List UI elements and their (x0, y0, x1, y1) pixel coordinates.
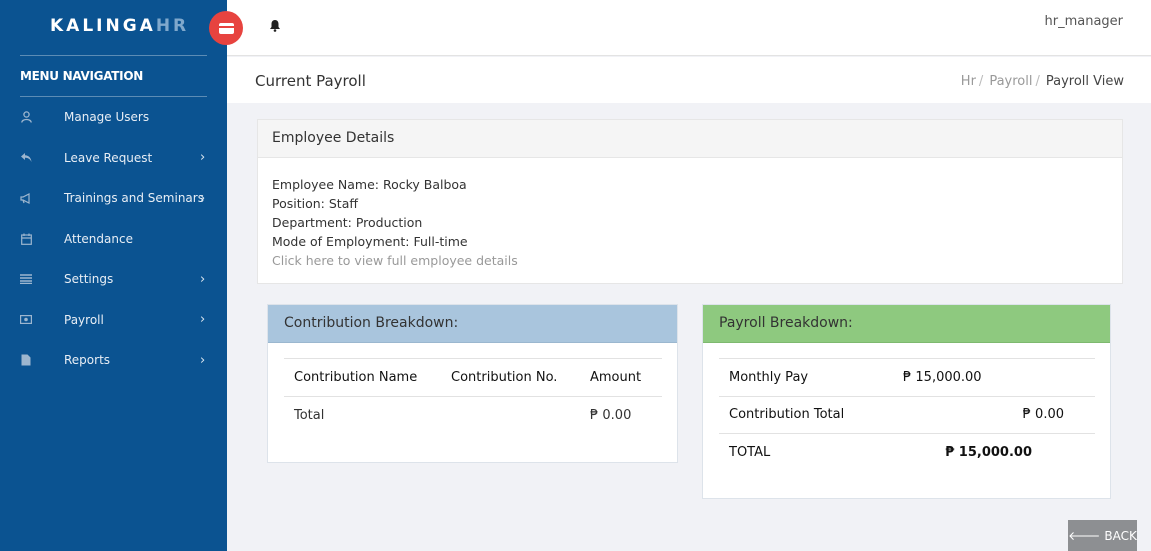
sidebar-nav: Manage Users Leave Request › Trainings a… (0, 97, 227, 381)
breadcrumb-separator: / (978, 74, 984, 89)
payroll-heading: Payroll Breakdown: (703, 305, 1110, 343)
sidebar-item-manage-users[interactable]: Manage Users (0, 97, 227, 138)
logo-accent: HR (155, 16, 190, 36)
logo-main: KALINGA (50, 16, 156, 36)
breadcrumb-payroll[interactable]: Payroll (989, 74, 1032, 89)
sidebar-item-label: Payroll (64, 312, 104, 327)
employee-department: Department: Production (272, 215, 423, 230)
money-icon (20, 314, 32, 326)
calendar-icon (20, 233, 32, 245)
employee-details-body: Employee Name: Rocky Balboa Position: St… (258, 158, 1122, 270)
table-header-row: Contribution Name Contribution No. Amoun… (284, 358, 662, 396)
sidebar: KALINGAHR MENU NAVIGATION Manage Users L… (0, 0, 227, 551)
back-button-label: BACK (1104, 528, 1137, 543)
chevron-right-icon: › (200, 352, 206, 368)
table-row: TOTAL ₱ 15,000.00 (719, 433, 1095, 471)
bell-icon[interactable] (269, 19, 281, 36)
divider (20, 55, 207, 56)
grand-total-label: TOTAL (719, 433, 893, 471)
employee-position: Position: Staff (272, 196, 358, 211)
page-title: Current Payroll (255, 72, 366, 90)
list-icon (20, 273, 32, 285)
monthly-pay-label: Monthly Pay (719, 358, 893, 396)
sidebar-item-settings[interactable]: Settings › (0, 259, 227, 300)
chevron-right-icon: › (200, 271, 206, 287)
grand-total-value: ₱ 15,000.00 (893, 433, 1095, 471)
credit-card-icon (218, 22, 234, 34)
table-row: Monthly Pay ₱ 15,000.00 (719, 358, 1095, 396)
breadcrumb-separator: / (1035, 74, 1040, 89)
sidebar-item-reports[interactable]: Reports › (0, 340, 227, 381)
column-header: Contribution No. (441, 358, 580, 396)
column-header: Amount (580, 358, 662, 396)
sidebar-item-label: Trainings and Seminars (64, 191, 204, 206)
user-menu[interactable]: hr_manager (1044, 14, 1123, 29)
menu-title: MENU NAVIGATION (20, 69, 143, 83)
monthly-pay-value: ₱ 15,000.00 (893, 358, 1095, 396)
column-header: Contribution Name (284, 358, 441, 396)
view-employee-details-link[interactable]: Click here to view full employee details (272, 251, 1108, 270)
sidebar-item-trainings[interactable]: Trainings and Seminars › (0, 178, 227, 219)
empty-cell (441, 395, 580, 434)
total-amount: ₱ 0.00 (580, 395, 662, 434)
file-icon (20, 354, 32, 366)
reply-icon (20, 152, 32, 164)
table-row: Total ₱ 0.00 (284, 395, 662, 434)
sidebar-item-leave-request[interactable]: Leave Request › (0, 138, 227, 179)
payroll-table: Monthly Pay ₱ 15,000.00 Contribution Tot… (719, 358, 1095, 471)
chevron-right-icon: › (200, 190, 206, 206)
employee-name: Employee Name: Rocky Balboa (272, 177, 467, 192)
sidebar-item-label: Reports (64, 353, 111, 368)
app-logo[interactable]: KALINGAHR (50, 16, 189, 36)
table-row: Contribution Total ₱ 0.00 (719, 395, 1095, 434)
arrow-left-icon: 🡐 (1068, 529, 1101, 543)
contribution-total-value: ₱ 0.00 (893, 395, 1095, 434)
sidebar-item-label: Manage Users (64, 110, 150, 125)
sidebar-item-label: Leave Request (64, 150, 153, 165)
payroll-panel: Payroll Breakdown: Monthly Pay ₱ 15,000.… (702, 304, 1111, 499)
menu-toggle-button[interactable] (209, 11, 243, 45)
breadcrumb: Hr / Payroll / Payroll View (961, 74, 1124, 89)
breadcrumb-hr[interactable]: Hr (961, 74, 976, 89)
employee-details-heading: Employee Details (258, 120, 1122, 158)
breadcrumb-current: Payroll View (1045, 74, 1124, 89)
user-icon (20, 111, 32, 123)
contribution-panel: Contribution Breakdown: Contribution Nam… (267, 304, 678, 463)
sidebar-item-label: Settings (64, 272, 114, 287)
total-label: Total (284, 395, 441, 434)
contribution-total-label: Contribution Total (719, 395, 893, 434)
sidebar-item-attendance[interactable]: Attendance (0, 219, 227, 260)
page-header: Current Payroll Hr / Payroll / Payroll View (227, 57, 1151, 103)
sidebar-item-payroll[interactable]: Payroll › (0, 300, 227, 341)
employee-details-panel: Employee Details Employee Name: Rocky Ba… (257, 119, 1123, 284)
contribution-heading: Contribution Breakdown: (268, 305, 677, 343)
contribution-table: Contribution Name Contribution No. Amoun… (284, 358, 662, 434)
bullhorn-icon (20, 192, 32, 204)
employee-mode: Mode of Employment: Full-time (272, 234, 468, 249)
chevron-right-icon: › (200, 312, 206, 328)
chevron-right-icon: › (200, 150, 206, 166)
back-button[interactable]: 🡐 BACK (1068, 520, 1137, 551)
top-bar: hr_manager (227, 0, 1151, 56)
sidebar-item-label: Attendance (64, 231, 133, 246)
